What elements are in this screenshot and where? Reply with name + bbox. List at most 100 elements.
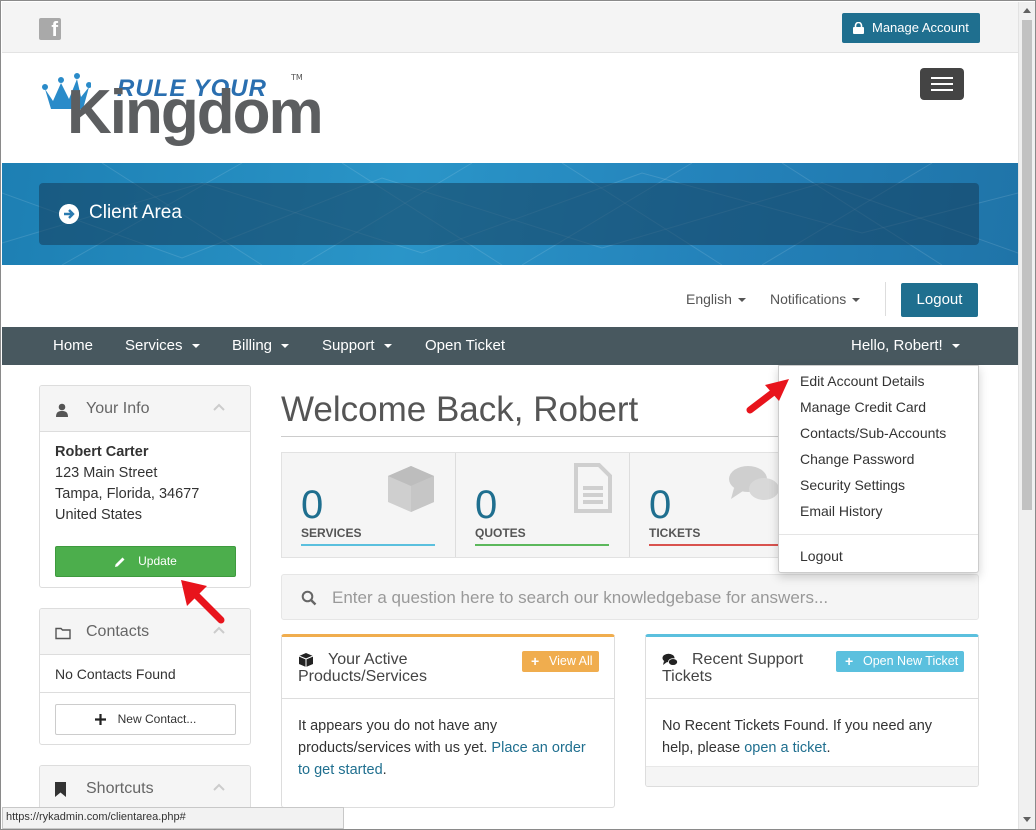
open-new-ticket-label: Open New Ticket	[863, 654, 959, 668]
new-contact-label: New Contact...	[117, 712, 197, 726]
chevron-down-icon	[737, 298, 746, 303]
no-contacts-text: No Contacts Found	[40, 655, 250, 693]
bookmark-icon	[55, 782, 66, 797]
menu-item-contacts-sub-accounts[interactable]: Contacts/Sub-Accounts	[800, 425, 946, 441]
panel-title: Shortcuts	[86, 780, 154, 797]
tile-services[interactable]: 0 SERVICES	[282, 453, 456, 557]
user-icon	[56, 403, 68, 417]
document-icon	[574, 463, 612, 513]
tickets-count: 0	[649, 483, 672, 527]
tile-quotes[interactable]: 0 QUOTES	[456, 453, 630, 557]
language-selector[interactable]: English	[686, 291, 746, 307]
card-body: It appears you do not have any products/…	[282, 699, 614, 797]
facebook-icon[interactable]: f	[39, 18, 61, 40]
logo-trademark: TM	[291, 73, 303, 82]
card-title: Your Active Products/Services	[298, 651, 427, 685]
contacts-panel: Contacts No Contacts Found New Contact..…	[39, 608, 251, 745]
get-started-link[interactable]: to get started	[298, 762, 383, 778]
active-products-card: Your Active Products/Services + View All …	[281, 634, 615, 808]
nav-item-label: Support	[322, 337, 375, 354]
scroll-down-icon[interactable]	[1023, 817, 1031, 822]
folder-icon	[55, 627, 71, 640]
notifications-menu[interactable]: Notifications	[770, 291, 861, 307]
chevron-up-icon[interactable]	[213, 403, 225, 411]
chevron-down-icon	[191, 344, 200, 349]
link-status-bar: https://rykadmin.com/clientarea.php#	[2, 807, 344, 829]
manage-account-label: Manage Account	[872, 20, 969, 35]
site-logo[interactable]: RULE YOUR Kingdom TM	[41, 67, 324, 151]
address-line-2: Tampa, Florida, 34677	[55, 486, 200, 502]
browser-viewport: f Manage Account RULE YOUR Kingdom TM Cl…	[0, 0, 1036, 830]
lock-icon	[853, 22, 864, 34]
plus-icon	[94, 714, 106, 726]
view-all-button[interactable]: + View All	[522, 651, 599, 672]
menu-item-logout[interactable]: Logout	[800, 548, 843, 564]
quotes-count: 0	[475, 483, 498, 527]
new-contact-button[interactable]: New Contact...	[55, 704, 236, 735]
tickets-help-text: help, please	[662, 740, 741, 756]
tickets-empty-text: No Recent Tickets Found. If you need any	[662, 718, 933, 734]
punctuation: .	[826, 740, 831, 756]
quotes-label: QUOTES	[475, 526, 526, 540]
card-title-line-1: Your Active	[328, 651, 408, 668]
divider	[281, 436, 781, 437]
nav-item-label: Services	[125, 337, 183, 354]
scroll-up-icon[interactable]	[1023, 8, 1031, 13]
manage-account-button[interactable]: Manage Account	[842, 13, 980, 43]
address-line-1: 123 Main Street	[55, 465, 158, 481]
tile-accent-bar	[649, 544, 783, 546]
scrollbar-thumb[interactable]	[1022, 20, 1032, 510]
nav-item-services[interactable]: Services	[125, 337, 200, 354]
panel-header[interactable]: Your Info	[40, 386, 250, 432]
card-header: Recent Support Tickets + Open New Ticket	[646, 637, 978, 699]
comments-icon	[729, 466, 779, 500]
update-label: Update	[138, 554, 177, 568]
card-title-line-1: Recent Support	[692, 651, 804, 668]
pencil-icon	[115, 557, 125, 567]
divider	[779, 534, 978, 535]
punctuation: .	[382, 762, 387, 778]
card-footer	[646, 766, 978, 786]
nav-item-label: Home	[53, 337, 94, 354]
user-menu-toggle[interactable]: Hello, Robert!	[851, 337, 960, 354]
menu-item-manage-credit-card[interactable]: Manage Credit Card	[800, 399, 926, 415]
hamburger-menu-button[interactable]	[920, 68, 964, 100]
open-ticket-link[interactable]: open a ticket	[744, 740, 826, 756]
annotation-arrow-icon	[181, 580, 225, 624]
client-name: Robert Carter	[55, 444, 149, 460]
card-header: Your Active Products/Services + View All	[282, 637, 614, 699]
nav-item-support[interactable]: Support	[322, 337, 392, 354]
menu-item-email-history[interactable]: Email History	[800, 503, 882, 519]
menu-item-edit-account-details[interactable]: Edit Account Details	[800, 373, 925, 389]
tickets-label: TICKETS	[649, 526, 701, 540]
menu-item-security-settings[interactable]: Security Settings	[800, 477, 905, 493]
user-greeting: Hello, Robert!	[851, 337, 943, 354]
vertical-scrollbar[interactable]	[1018, 2, 1035, 829]
logout-button[interactable]: Logout	[901, 283, 978, 317]
user-dropdown-menu: Edit Account Details Manage Credit Card …	[778, 365, 979, 573]
nav-item-home[interactable]: Home	[53, 337, 93, 354]
place-order-link[interactable]: Place an order	[491, 740, 585, 756]
open-new-ticket-button[interactable]: + Open New Ticket	[836, 651, 965, 672]
chevron-down-icon	[383, 344, 392, 349]
notifications-label: Notifications	[770, 291, 847, 307]
panel-header[interactable]: Shortcuts	[40, 766, 250, 812]
chevron-down-icon	[852, 298, 861, 303]
update-button[interactable]: Update	[55, 546, 236, 577]
logo-wordmark-main: Kingdom	[67, 78, 324, 147]
nav-item-open-ticket[interactable]: Open Ticket	[425, 337, 505, 354]
menu-item-change-password[interactable]: Change Password	[800, 451, 914, 467]
services-count: 0	[301, 483, 324, 527]
chevron-up-icon[interactable]	[213, 783, 225, 791]
stats-tiles: 0 SERVICES 0 QUOTES 0 TICKETS	[281, 452, 783, 558]
card-title-line-2: Tickets	[662, 668, 713, 685]
search-input[interactable]	[332, 585, 962, 611]
panel-title: Your Info	[86, 400, 150, 417]
arrow-circle-right-icon	[59, 204, 79, 224]
recent-tickets-card: Recent Support Tickets + Open New Ticket …	[645, 634, 979, 787]
language-label: English	[686, 291, 732, 307]
address-country: United States	[55, 507, 143, 523]
plus-icon: +	[531, 653, 540, 669]
card-body: No Recent Tickets Found. If you need any…	[646, 699, 978, 766]
nav-item-billing[interactable]: Billing	[232, 337, 290, 354]
